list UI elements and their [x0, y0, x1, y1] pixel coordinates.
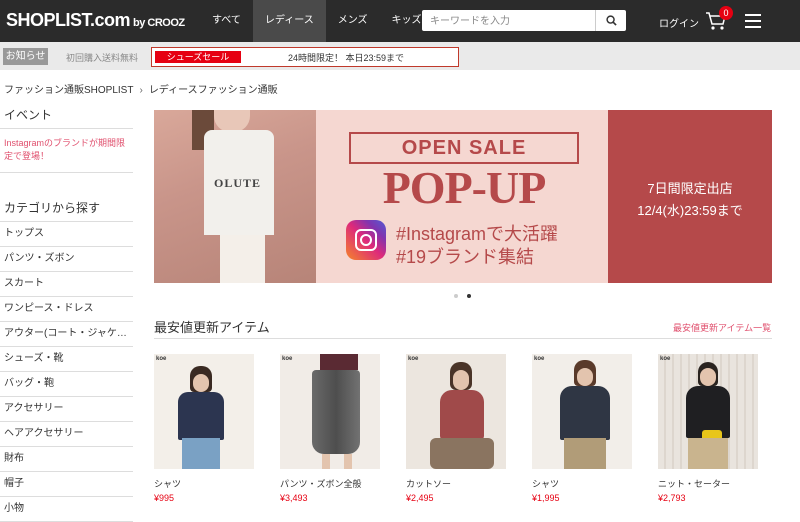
product-price: ¥995: [154, 493, 175, 503]
banner-center: OPEN SALE POP-UP #Instagramで大活躍 #19ブランド集…: [316, 110, 608, 283]
product-name: ニット・セーター: [658, 479, 731, 489]
product-brand: koe: [156, 356, 167, 362]
product-price: ¥3,493: [280, 493, 308, 503]
promo-banner[interactable]: OLUTE OPEN SALE POP-UP #Instagramで大活躍 #1…: [154, 110, 772, 283]
category-item[interactable]: パンツ・ズボン: [0, 247, 133, 272]
category-item[interactable]: スカート: [0, 272, 133, 297]
product-card[interactable]: koe シャツ ¥995: [154, 354, 254, 503]
category-item[interactable]: ヘアアクセサリー: [0, 422, 133, 447]
product-brand: koe: [408, 356, 419, 362]
category-item[interactable]: シューズ・靴: [0, 347, 133, 372]
banner-period: 7日間限定出店: [647, 181, 733, 196]
event-link[interactable]: Instagramのブランドが期間限定で登場！: [0, 129, 133, 173]
category-item[interactable]: アクセサリー: [0, 397, 133, 422]
banner-info-panel: 7日間限定出店 12/4(水)23:59まで: [608, 110, 772, 283]
carousel-dot[interactable]: [454, 294, 458, 298]
product-price: ¥2,495: [406, 493, 434, 503]
notice-bar: お知らせ 初回購入送料無料 シューズセール 24時間限定！ 本日23:59まで: [0, 42, 800, 70]
logo-by-text: by CROOZ: [133, 17, 185, 29]
banner-hashtag-2: #19ブランド集結: [396, 247, 535, 267]
logo-text: SHOPLIST.com: [6, 10, 131, 30]
search-input[interactable]: [428, 13, 592, 29]
product-image: koe: [532, 354, 632, 469]
breadcrumb-home[interactable]: ファッション通販SHOPLIST: [4, 85, 133, 96]
section-title: 最安値更新アイテム: [154, 320, 270, 335]
product-card[interactable]: koe パンツ・ズボン全般 ¥3,493: [280, 354, 380, 503]
product-brand: koe: [282, 356, 293, 362]
section-divider: [154, 338, 772, 339]
product-image: koe: [406, 354, 506, 469]
notice-tag[interactable]: お知らせ: [3, 48, 48, 65]
product-card[interactable]: koe シャツ ¥1,995: [532, 354, 632, 503]
product-image: koe: [154, 354, 254, 469]
product-brand: koe: [534, 356, 545, 362]
site-logo[interactable]: SHOPLIST.com by CROOZ: [6, 10, 185, 31]
sale-tag: シューズセール: [155, 51, 241, 63]
main-nav: すべて レディース メンズ キッズ: [200, 0, 434, 42]
breadcrumb-current: レディースファッション通販: [148, 85, 278, 96]
search-icon: [605, 15, 617, 26]
sale-text: 24時間限定！ 本日23:59まで: [288, 53, 405, 63]
nav-item-ladies[interactable]: レディース: [252, 0, 326, 42]
banner-popup-title: POP-UP: [382, 162, 547, 213]
cart-count-badge: 0: [719, 6, 733, 20]
category-heading: カテゴリから探す: [0, 173, 133, 222]
category-item[interactable]: 財布: [0, 447, 133, 472]
carousel-dot-active[interactable]: [467, 294, 471, 298]
product-name: シャツ: [532, 479, 560, 489]
event-heading: イベント: [0, 100, 133, 129]
breadcrumb: ファッション通販SHOPLIST › レディースファッション通販: [4, 81, 278, 96]
search-button[interactable]: [595, 10, 626, 31]
carousel-dots: [454, 289, 480, 301]
nav-item-mens[interactable]: メンズ: [326, 0, 380, 42]
section-view-all-link[interactable]: 最安値更新アイテム一覧: [673, 321, 771, 334]
product-card[interactable]: koe カットソー ¥2,495: [406, 354, 506, 503]
product-price: ¥2,793: [658, 493, 686, 503]
product-name: シャツ: [154, 479, 182, 489]
banner-shirt-print: OLUTE: [214, 176, 262, 190]
product-brand: koe: [660, 356, 671, 362]
product-name: パンツ・ズボン全般: [280, 479, 362, 489]
product-image: koe: [658, 354, 758, 469]
category-item[interactable]: 帽子: [0, 472, 133, 497]
login-link[interactable]: ログイン: [659, 15, 699, 30]
banner-deadline: 12/4(水)23:59まで: [637, 203, 743, 218]
free-shipping-text[interactable]: 初回購入送料無料: [66, 51, 138, 64]
banner-open-sale: OPEN SALE: [349, 132, 579, 164]
search-box: [422, 10, 626, 31]
category-item[interactable]: トップス: [0, 222, 133, 247]
category-item[interactable]: 小物: [0, 497, 133, 522]
banner-model-photo: OLUTE: [154, 110, 316, 283]
category-item[interactable]: バッグ・鞄: [0, 372, 133, 397]
category-item[interactable]: ワンピース・ドレス: [0, 297, 133, 322]
site-header: SHOPLIST.comby CROOZ すべて レディース メンズ キッズ ロ…: [0, 0, 800, 42]
category-item[interactable]: アウター(コート・ジャケット): [0, 322, 133, 347]
chevron-right-icon: ›: [139, 85, 143, 96]
instagram-icon: [346, 220, 386, 260]
hamburger-menu-icon[interactable]: [745, 14, 761, 28]
product-card[interactable]: koe ニット・セーター ¥2,793: [658, 354, 758, 503]
product-price: ¥1,995: [532, 493, 560, 503]
product-name: カットソー: [406, 479, 452, 489]
sidebar: イベント Instagramのブランドが期間限定で登場！ カテゴリから探す トッ…: [0, 100, 133, 522]
nav-item-all[interactable]: すべて: [200, 0, 253, 42]
product-image: koe: [280, 354, 380, 469]
sale-announcement[interactable]: シューズセール 24時間限定！ 本日23:59まで: [151, 47, 459, 67]
